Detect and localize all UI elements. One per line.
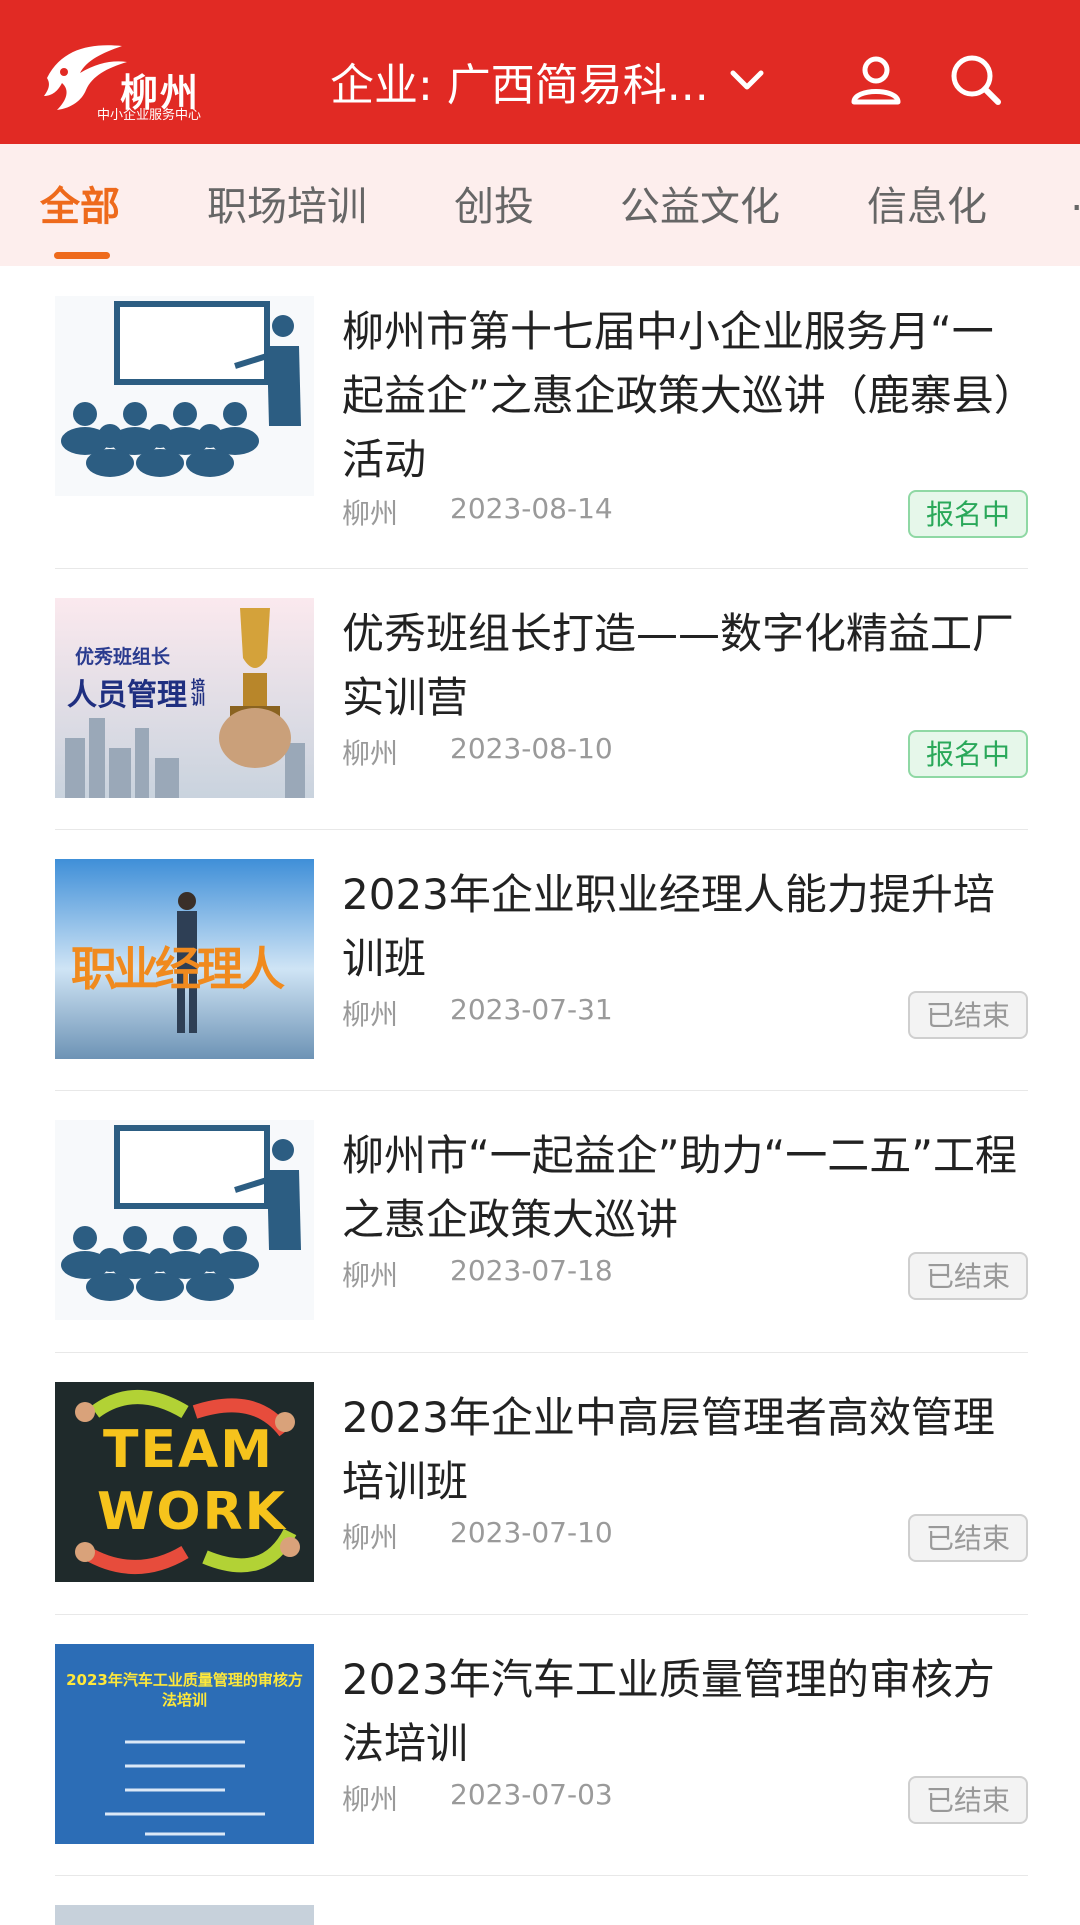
app-logo[interactable]: 柳州 中小企业服务中心 bbox=[42, 38, 202, 126]
enterprise-label: 企业: 广西简易科... bbox=[330, 60, 709, 111]
item-title: 柳州市第十七届中小企业服务月“一起益企”之惠企政策大巡讲（鹿寨县）活动 bbox=[342, 307, 1015, 484]
status-badge: 报名中 bbox=[908, 490, 1028, 538]
list-item[interactable]: 优秀班组长 人员管理 培训 优秀班组长打造——数字化精益工厂实训营 柳州 202… bbox=[55, 568, 1028, 830]
list-item[interactable]: TEAM WORK 2023年企业中高层管理者高效管理培训班 柳州 2023-0… bbox=[55, 1352, 1028, 1614]
item-title: 柳州市“一起益企”助力“一二五”工程之惠企政策大巡讲 bbox=[342, 1131, 1018, 1244]
list-item[interactable]: 柳州市“一起益企”助力“一二五”工程之惠企政策大巡讲 柳州 2023-07-18… bbox=[55, 1090, 1028, 1352]
item-title: 2023年企业中高层管理者高效管理培训班 bbox=[342, 1393, 995, 1506]
status-badge: 已结束 bbox=[908, 1514, 1028, 1562]
list-item[interactable] bbox=[55, 1875, 1028, 1925]
item-thumbnail: 2023年汽车工业质量管理的审核方法培训 bbox=[55, 1644, 314, 1844]
item-date: 2023-08-10 bbox=[450, 732, 613, 765]
item-thumbnail: 职业经理人 bbox=[55, 859, 314, 1059]
flyer-lines-decoration bbox=[105, 1740, 265, 1836]
item-location: 柳州 bbox=[342, 1521, 399, 1554]
item-title: 2023年汽车工业质量管理的审核方法培训 bbox=[342, 1655, 995, 1768]
category-tabs: 全部 职场培训 创投 公益文化 信息化 … bbox=[0, 144, 1080, 266]
top-header: 柳州 中小企业服务中心 企业: 广西简易科... bbox=[0, 0, 1080, 144]
item-thumbnail bbox=[55, 1905, 314, 1925]
item-location: 柳州 bbox=[342, 737, 399, 770]
thumb-caption: 优秀班组长 bbox=[75, 646, 171, 668]
item-title: 2023年企业职业经理人能力提升培训班 bbox=[342, 870, 995, 983]
tab-informatization[interactable]: 信息化 bbox=[867, 174, 987, 232]
list-item[interactable]: 职业经理人 2023年企业职业经理人能力提升培训班 柳州 2023-07-31 … bbox=[55, 829, 1028, 1091]
item-location: 柳州 bbox=[342, 1259, 399, 1292]
user-icon[interactable] bbox=[848, 52, 904, 108]
tab-workplace-training[interactable]: 职场培训 bbox=[207, 174, 367, 232]
tab-all[interactable]: 全部 bbox=[40, 174, 120, 232]
item-thumbnail: TEAM WORK bbox=[55, 1382, 314, 1582]
thumb-caption: WORK bbox=[97, 1482, 287, 1542]
list-item[interactable]: 2023年汽车工业质量管理的审核方法培训 2023年汽车工业质量管理的审核方法培… bbox=[55, 1614, 1028, 1876]
thumb-caption: 人员管理 bbox=[67, 678, 187, 713]
item-location: 柳州 bbox=[342, 497, 399, 530]
active-tab-indicator bbox=[54, 252, 110, 259]
enterprise-selector[interactable]: 企业: 广西简易科... bbox=[330, 54, 767, 111]
tab-more[interactable]: … bbox=[1070, 174, 1080, 220]
item-thumbnail bbox=[55, 1120, 314, 1320]
logo-subtitle: 中小企业服务中心 bbox=[97, 108, 202, 123]
status-badge: 已结束 bbox=[908, 1252, 1028, 1300]
item-date: 2023-08-14 bbox=[450, 492, 613, 525]
item-date: 2023-07-18 bbox=[450, 1254, 613, 1287]
tab-venture[interactable]: 创投 bbox=[454, 174, 534, 232]
status-badge: 已结束 bbox=[908, 991, 1028, 1039]
thumb-caption: 培训 bbox=[189, 678, 205, 706]
thumb-caption: TEAM bbox=[103, 1420, 274, 1480]
status-badge: 报名中 bbox=[908, 730, 1028, 778]
presentation-illustration bbox=[55, 1120, 314, 1320]
item-thumbnail bbox=[55, 296, 314, 496]
thumb-caption: 职业经理人 bbox=[71, 942, 285, 996]
chevron-down-icon bbox=[730, 70, 764, 90]
item-date: 2023-07-03 bbox=[450, 1778, 613, 1811]
item-date: 2023-07-31 bbox=[450, 993, 613, 1026]
item-location: 柳州 bbox=[342, 998, 399, 1031]
search-icon[interactable] bbox=[948, 52, 1004, 108]
item-location: 柳州 bbox=[342, 1783, 399, 1816]
item-thumbnail: 优秀班组长 人员管理 培训 bbox=[55, 598, 314, 798]
item-title: 优秀班组长打造——数字化精益工厂实训营 bbox=[342, 609, 1015, 722]
tab-public-welfare[interactable]: 公益文化 bbox=[620, 174, 780, 232]
list-item[interactable]: 柳州市第十七届中小企业服务月“一起益企”之惠企政策大巡讲（鹿寨县）活动 柳州 2… bbox=[55, 266, 1028, 538]
status-badge: 已结束 bbox=[908, 1776, 1028, 1824]
item-date: 2023-07-10 bbox=[450, 1516, 613, 1549]
presentation-illustration bbox=[55, 296, 314, 496]
